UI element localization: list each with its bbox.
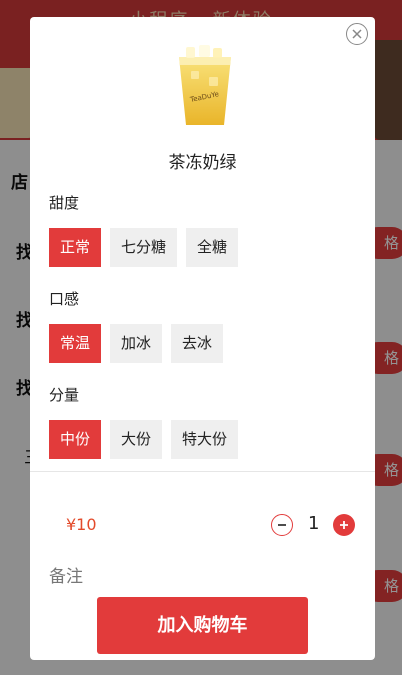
size-options: 中份 大份 特大份 <box>49 420 239 459</box>
sweetness-option[interactable]: 正常 <box>49 228 102 267</box>
divider <box>30 471 375 472</box>
add-to-cart-button[interactable]: 加入购物车 <box>97 597 308 654</box>
quantity-increase-button[interactable] <box>333 514 355 536</box>
minus-icon <box>278 524 286 526</box>
close-button[interactable] <box>346 23 368 45</box>
quantity-value: 1 <box>308 513 320 534</box>
texture-option[interactable]: 去冰 <box>171 324 224 363</box>
size-label: 分量 <box>49 386 80 404</box>
product-image: TeaDuYe <box>179 45 231 125</box>
remark-label[interactable]: 备注 <box>49 562 83 587</box>
quantity-decrease-button[interactable] <box>271 514 293 536</box>
sweetness-label: 甜度 <box>49 194 80 212</box>
plus-icon <box>340 521 348 529</box>
price: ¥10 <box>66 515 97 534</box>
size-option[interactable]: 大份 <box>110 420 163 459</box>
size-option[interactable]: 特大份 <box>171 420 239 459</box>
close-icon <box>352 29 362 39</box>
texture-options: 常温 加冰 去冰 <box>49 324 224 363</box>
size-option[interactable]: 中份 <box>49 420 102 459</box>
texture-option[interactable]: 常温 <box>49 324 102 363</box>
product-name: 茶冻奶绿 <box>168 153 237 173</box>
texture-option[interactable]: 加冰 <box>110 324 163 363</box>
sweetness-option[interactable]: 全糖 <box>186 228 239 267</box>
sweetness-option[interactable]: 七分糖 <box>110 228 178 267</box>
product-options-modal: TeaDuYe 茶冻奶绿 甜度 正常 七分糖 全糖 口感 常温 加冰 去冰 分量… <box>30 17 375 660</box>
texture-label: 口感 <box>49 290 80 308</box>
sweetness-options: 正常 七分糖 全糖 <box>49 228 239 267</box>
